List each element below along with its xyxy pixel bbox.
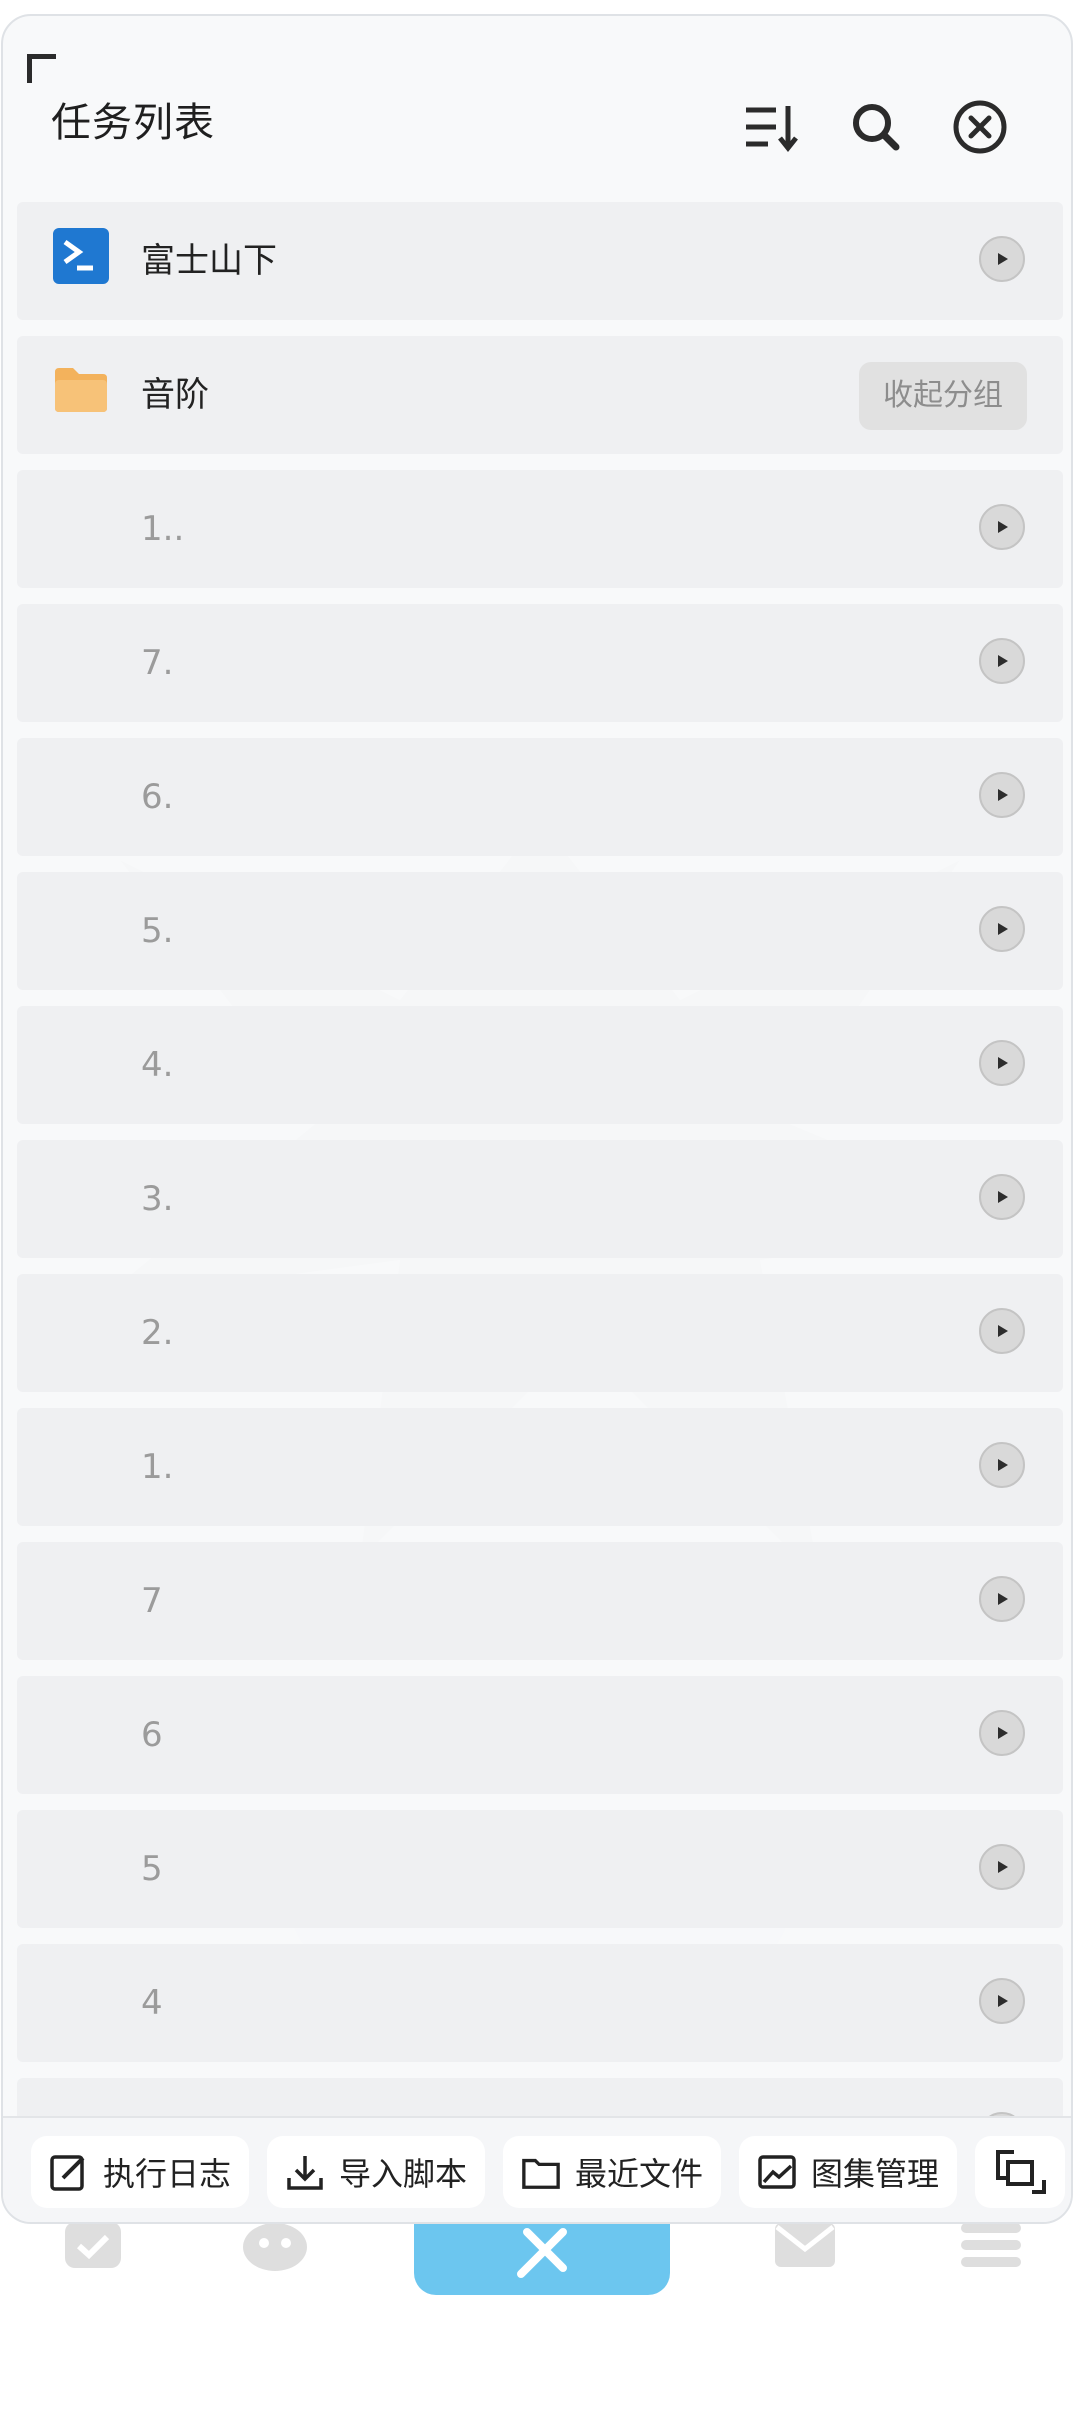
task-label: 4 bbox=[141, 1983, 163, 2023]
task-label: 5 bbox=[141, 1849, 163, 1889]
collapse-group-button[interactable]: 收起分组 bbox=[859, 362, 1027, 430]
play-button[interactable] bbox=[979, 1040, 1025, 1086]
screenshot-tool-button[interactable] bbox=[975, 2136, 1065, 2208]
image-icon bbox=[757, 2152, 797, 2192]
screen-capture-icon bbox=[996, 2150, 1046, 2194]
task-item-script[interactable]: 富士山下 bbox=[17, 202, 1063, 320]
task-label: 1. bbox=[141, 1447, 174, 1487]
play-icon bbox=[998, 1057, 1008, 1069]
play-icon bbox=[998, 1459, 1008, 1471]
play-icon bbox=[998, 923, 1008, 935]
task-item[interactable]: 3. bbox=[17, 1140, 1063, 1258]
play-button[interactable] bbox=[979, 1844, 1025, 1890]
panel-toolbar: 执行日志 导入脚本 最近文件 图集管理 bbox=[3, 2116, 1071, 2222]
recent-files-button[interactable]: 最近文件 bbox=[503, 2136, 722, 2208]
search-icon[interactable] bbox=[845, 96, 907, 158]
close-circle-icon[interactable] bbox=[949, 96, 1011, 158]
play-button[interactable] bbox=[979, 1710, 1025, 1756]
task-item[interactable]: 6 bbox=[17, 1676, 1063, 1794]
play-button[interactable] bbox=[979, 1978, 1025, 2024]
recent-files-label: 最近文件 bbox=[575, 2155, 704, 2193]
task-item[interactable]: 5 bbox=[17, 1810, 1063, 1928]
task-label: 7. bbox=[141, 643, 174, 683]
play-icon bbox=[998, 1995, 1008, 2007]
gallery-manage-button[interactable]: 图集管理 bbox=[739, 2136, 958, 2208]
play-button[interactable] bbox=[979, 1174, 1025, 1220]
play-button[interactable] bbox=[979, 1308, 1025, 1354]
task-item[interactable]: 1.. bbox=[17, 470, 1063, 588]
play-button[interactable] bbox=[979, 1442, 1025, 1488]
play-icon bbox=[998, 1325, 1008, 1337]
group-label: 音阶 bbox=[141, 375, 209, 415]
play-icon bbox=[998, 1191, 1008, 1203]
folder-icon bbox=[55, 368, 107, 412]
import-script-label: 导入脚本 bbox=[339, 2155, 468, 2193]
powershell-icon bbox=[53, 228, 109, 284]
task-item[interactable]: 7. bbox=[17, 604, 1063, 722]
task-label: 5. bbox=[141, 911, 174, 951]
task-label: 1.. bbox=[141, 509, 185, 549]
play-button[interactable] bbox=[979, 1576, 1025, 1622]
import-script-button[interactable]: 导入脚本 bbox=[267, 2136, 486, 2208]
task-list: 富士山下 音阶 收起分组 1.. 7. 6. 5. 4. 3. 2. 1. 7 … bbox=[17, 202, 1063, 2212]
play-icon bbox=[998, 253, 1008, 265]
play-icon bbox=[998, 655, 1008, 667]
tools-icon bbox=[517, 2227, 567, 2278]
task-list-panel: 任务列表 富士山下 音阶 收起分组 1.. 7. 6. 5. 4. 3. 2. … bbox=[1, 14, 1073, 2224]
task-item[interactable]: 6. bbox=[17, 738, 1063, 856]
play-icon bbox=[998, 1861, 1008, 1873]
task-item[interactable]: 7 bbox=[17, 1542, 1063, 1660]
task-item[interactable]: 4 bbox=[17, 1944, 1063, 2062]
task-label: 6. bbox=[141, 777, 174, 817]
task-label: 7 bbox=[141, 1581, 163, 1621]
gallery-manage-label: 图集管理 bbox=[811, 2155, 940, 2193]
task-item[interactable]: 5. bbox=[17, 872, 1063, 990]
task-item[interactable]: 4. bbox=[17, 1006, 1063, 1124]
task-label: 6 bbox=[141, 1715, 163, 1755]
exec-log-label: 执行日志 bbox=[103, 2155, 232, 2193]
play-button[interactable] bbox=[979, 638, 1025, 684]
edit-log-icon bbox=[49, 2152, 89, 2192]
task-group-folder[interactable]: 音阶 收起分组 bbox=[17, 336, 1063, 454]
task-label: 2. bbox=[141, 1313, 174, 1353]
play-button[interactable] bbox=[979, 906, 1025, 952]
exec-log-button[interactable]: 执行日志 bbox=[31, 2136, 250, 2208]
resize-handle-icon[interactable] bbox=[27, 54, 56, 83]
panel-title: 任务列表 bbox=[51, 100, 215, 146]
play-icon bbox=[998, 1593, 1008, 1605]
download-icon bbox=[285, 2152, 325, 2192]
sort-icon[interactable] bbox=[739, 96, 801, 158]
task-label: 4. bbox=[141, 1045, 174, 1085]
play-button[interactable] bbox=[979, 236, 1025, 282]
play-button[interactable] bbox=[979, 772, 1025, 818]
play-icon bbox=[998, 1727, 1008, 1739]
task-label: 富士山下 bbox=[141, 241, 277, 281]
task-item[interactable]: 1. bbox=[17, 1408, 1063, 1526]
play-button[interactable] bbox=[979, 504, 1025, 550]
task-label: 3. bbox=[141, 1179, 174, 1219]
play-icon bbox=[998, 521, 1008, 533]
play-icon bbox=[998, 789, 1008, 801]
folder-outline-icon bbox=[521, 2152, 561, 2192]
task-item[interactable]: 2. bbox=[17, 1274, 1063, 1392]
